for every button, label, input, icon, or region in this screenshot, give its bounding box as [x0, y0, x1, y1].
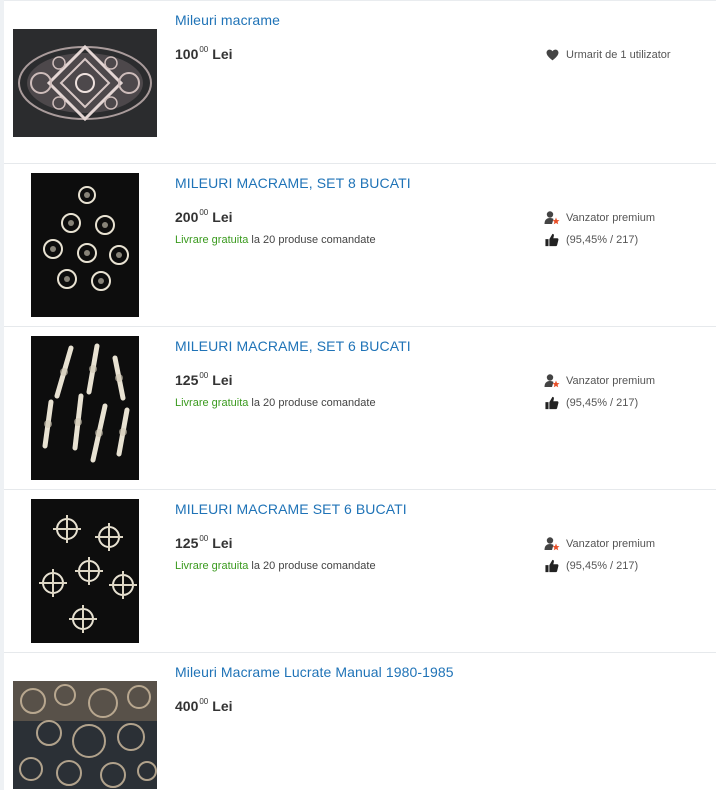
free-shipping-label: Livrare gratuita — [175, 560, 249, 572]
price-decimals: 00 — [199, 697, 209, 706]
thumbs-up-icon — [544, 558, 560, 574]
listing-thumbnail[interactable] — [31, 499, 139, 643]
listing-price: 20000 Lei — [175, 208, 233, 225]
price-currency: Lei — [212, 535, 233, 551]
lace-doily-image — [13, 29, 157, 137]
listing-item[interactable]: MILEURI MACRAME, SET 8 BUCATI 20000 Lei L… — [4, 163, 716, 327]
price-integer: 400 — [175, 698, 199, 714]
shipping-condition: la 20 produse comandate — [248, 234, 376, 246]
price-currency: Lei — [212, 372, 233, 388]
price-currency: Lei — [212, 698, 233, 714]
seller-badge[interactable]: Vanzator premium — [544, 210, 655, 226]
seller-badge-text: Vanzator premium — [566, 212, 656, 224]
lace-strips-image — [31, 336, 139, 480]
heart-icon[interactable] — [544, 47, 560, 63]
premium-seller-icon — [544, 536, 560, 552]
listing-item[interactable]: MILEURI MACRAME, SET 6 BUCATI 12500 Lei L… — [4, 326, 716, 490]
listing-price: 10000 Lei — [175, 45, 233, 62]
shipping-info: Livrare gratuita la 20 produse comandate — [175, 234, 376, 246]
thumbs-up-icon — [544, 395, 560, 411]
price-currency: Lei — [212, 46, 233, 62]
seller-badge-text: Vanzator premium — [566, 375, 656, 387]
free-shipping-label: Livrare gratuita — [175, 397, 249, 409]
seller-badge-text: Vanzator premium — [566, 538, 656, 550]
listing-item[interactable]: Mileuri Macrame Lucrate Manual 1980-1985… — [4, 652, 716, 791]
listing-title-link[interactable]: Mileuri Macrame Lucrate Manual 1980-1985 — [175, 664, 454, 680]
price-integer: 125 — [175, 372, 199, 388]
premium-seller-icon — [544, 373, 560, 389]
listing-thumbnail[interactable] — [31, 336, 139, 480]
seller-rating[interactable]: (95,45% / 217) — [544, 232, 638, 248]
price-integer: 200 — [175, 209, 199, 225]
listing-item[interactable]: Mileuri macrame 10000 Lei Urmarit de 1 ut… — [4, 0, 716, 164]
price-integer: 125 — [175, 535, 199, 551]
seller-rating-text: (95,45% / 217) — [566, 560, 639, 572]
shipping-condition: la 20 produse comandate — [248, 397, 376, 409]
follow-info[interactable]: Urmarit de 1 utilizator — [544, 47, 671, 63]
seller-rating-text: (95,45% / 217) — [566, 234, 639, 246]
listing-thumbnail[interactable] — [31, 173, 139, 317]
listing-price: 12500 Lei — [175, 371, 233, 388]
lace-flowers-image — [31, 173, 139, 317]
price-decimals: 00 — [199, 208, 209, 217]
shipping-condition: la 20 produse comandate — [248, 560, 376, 572]
search-results-list: Mileuri macrame 10000 Lei Urmarit de 1 ut… — [0, 0, 716, 790]
shipping-info: Livrare gratuita la 20 produse comandate — [175, 560, 376, 572]
seller-rating-text: (95,45% / 217) — [566, 397, 639, 409]
listing-thumbnail[interactable] — [13, 681, 157, 789]
premium-seller-icon — [544, 210, 560, 226]
price-decimals: 00 — [199, 534, 209, 543]
listing-title-link[interactable]: MILEURI MACRAME, SET 6 BUCATI — [175, 338, 411, 354]
listing-title-link[interactable]: Mileuri macrame — [175, 12, 280, 28]
seller-badge[interactable]: Vanzator premium — [544, 373, 655, 389]
listing-price: 12500 Lei — [175, 534, 233, 551]
shipping-info: Livrare gratuita la 20 produse comandate — [175, 397, 376, 409]
price-decimals: 00 — [199, 371, 209, 380]
follow-count-text: Urmarit de 1 utilizator — [566, 49, 671, 61]
listing-title-link[interactable]: MILEURI MACRAME, SET 8 BUCATI — [175, 175, 411, 191]
free-shipping-label: Livrare gratuita — [175, 234, 249, 246]
price-decimals: 00 — [199, 45, 209, 54]
listing-title-link[interactable]: MILEURI MACRAME SET 6 BUCATI — [175, 501, 407, 517]
lace-stars-image — [31, 499, 139, 643]
price-integer: 100 — [175, 46, 199, 62]
lace-pile-image — [13, 681, 157, 789]
listing-item[interactable]: MILEURI MACRAME SET 6 BUCATI 12500 Lei Li… — [4, 489, 716, 653]
thumbs-up-icon — [544, 232, 560, 248]
price-currency: Lei — [212, 209, 233, 225]
seller-badge[interactable]: Vanzator premium — [544, 536, 655, 552]
seller-rating[interactable]: (95,45% / 217) — [544, 395, 638, 411]
listing-thumbnail[interactable] — [13, 29, 157, 137]
listing-price: 40000 Lei — [175, 697, 233, 714]
seller-rating[interactable]: (95,45% / 217) — [544, 558, 638, 574]
